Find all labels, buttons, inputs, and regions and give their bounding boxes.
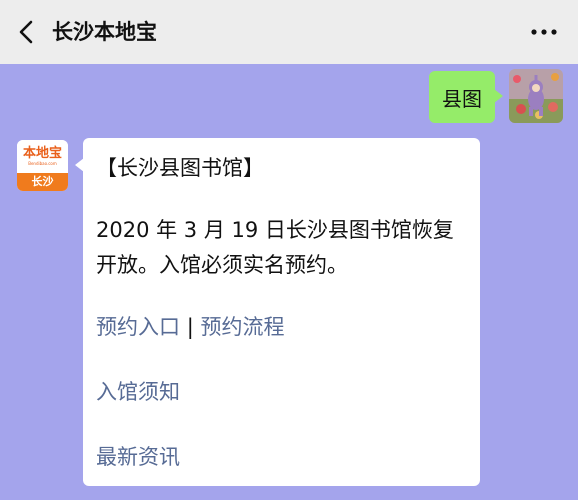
message-body: 2020 年 3 月 19 日长沙县图书馆恢复开放。入馆必须实名预约。 <box>96 218 454 277</box>
city-label: 长沙 <box>17 173 68 191</box>
bendibao-logo: 本地宝 Bendibao.com <box>17 140 68 173</box>
outgoing-message-text: 县图 <box>442 86 482 111</box>
official-account-avatar[interactable]: 本地宝 Bendibao.com 长沙 <box>17 140 68 191</box>
ellipsis-icon[interactable] <box>528 20 560 44</box>
outgoing-message[interactable]: 县图 <box>429 71 503 123</box>
logo-text: 本地宝 <box>22 145 62 161</box>
reserve-entry-link[interactable]: 预约入口 <box>96 315 180 339</box>
top-bar: 长沙本地宝 <box>0 0 578 64</box>
link-separator: | <box>186 315 194 339</box>
user-avatar-image <box>509 69 563 123</box>
reserve-links-row: 预约入口 | 预约流程 <box>96 310 468 345</box>
reserve-process-link[interactable]: 预约流程 <box>200 315 284 339</box>
message-heading: 【长沙县图书馆】 <box>96 156 264 180</box>
chat-title: 长沙本地宝 <box>52 20 157 44</box>
incoming-message: 【长沙县图书馆】 2020 年 3 月 19 日长沙县图书馆恢复开放。入馆必须实… <box>75 138 480 486</box>
chevron-left-icon[interactable] <box>14 18 42 46</box>
admission-notice-link[interactable]: 入馆须知 <box>96 375 468 410</box>
user-avatar[interactable] <box>509 69 563 123</box>
logo-subtext: Bendibao.com <box>28 160 57 166</box>
latest-news-link[interactable]: 最新资讯 <box>96 440 468 475</box>
